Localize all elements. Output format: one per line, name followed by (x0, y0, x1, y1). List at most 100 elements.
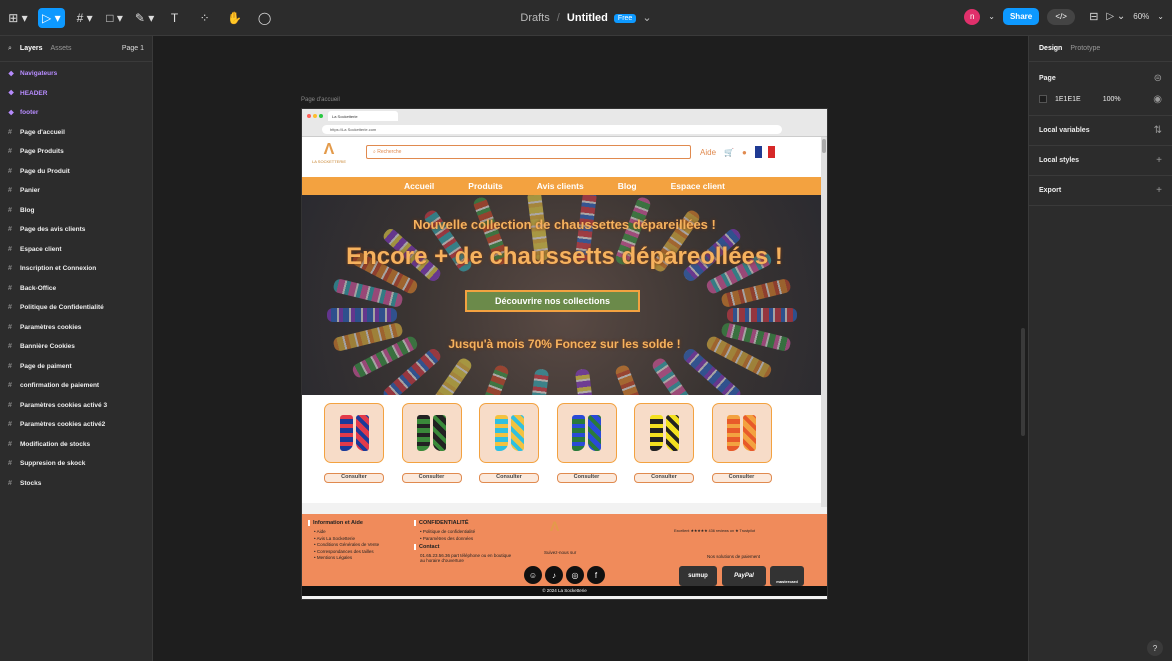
zoom-level[interactable]: 60% (1133, 12, 1149, 21)
export-section: Export + (1029, 176, 1172, 206)
avatar[interactable]: n (964, 8, 981, 25)
add-style-icon[interactable]: + (1156, 155, 1162, 166)
layer-item[interactable]: # Stocks (0, 474, 152, 494)
frame-icon: # (8, 362, 12, 370)
share-button[interactable]: Share (1002, 8, 1040, 25)
layer-item[interactable]: # Modification de stocks (0, 435, 152, 455)
paypal-logo: PayPal (722, 566, 766, 586)
canvas-scrollbar[interactable] (1021, 328, 1025, 436)
site-nav: Accueil Produits Avis clients Blog Espace cl… (302, 177, 827, 195)
export-label: Export (1039, 187, 1062, 194)
layer-item[interactable]: # confirmation de paiement (0, 376, 152, 396)
layer-item[interactable]: ❖ HEADER (0, 84, 152, 104)
frame-icon: # (8, 304, 12, 312)
help-button[interactable]: ? (1147, 640, 1163, 656)
chevron-down-icon[interactable]: ⌄ (642, 12, 651, 24)
layer-label: footer (20, 109, 39, 117)
product-image (634, 403, 694, 463)
footer-contact-title: Contact (414, 543, 514, 550)
layer-item[interactable]: # Inscription et Connexion (0, 259, 152, 279)
layer-label: Inscription et Connexion (20, 265, 97, 273)
layer-item[interactable]: # Back-Office (0, 279, 152, 299)
library-icon[interactable]: ⊟ (1089, 10, 1098, 23)
layer-item[interactable]: # Page des avis clients (0, 220, 152, 240)
drafts-link[interactable]: Drafts (520, 12, 549, 24)
eye-icon[interactable]: ◉ (1153, 94, 1162, 105)
footer-link: • Aide (314, 529, 326, 534)
frame-icon: # (8, 421, 12, 429)
dev-mode-toggle[interactable]: </> (1047, 8, 1076, 25)
tab-design[interactable]: Design (1039, 45, 1062, 52)
page-section: Page ⊜ 1E1E1E 100% ◉ (1029, 62, 1172, 116)
frame-label[interactable]: Page d'accueil (301, 97, 340, 103)
layer-item[interactable]: # Page du Produit (0, 162, 152, 182)
plan-badge: Free (613, 14, 637, 23)
layer-label: Modification de stocks (20, 440, 91, 448)
layer-item[interactable]: # Panier (0, 181, 152, 201)
local-variables-section[interactable]: Local variables ⇅ (1029, 116, 1172, 146)
tab-layers[interactable]: Layers (20, 45, 43, 52)
figma-app: ⊞ ▾ ▷ ▾ # ▾ □ ▾ ✎ ▾ T ⁘ ✋ ◯ Drafts / Unt… (0, 0, 1172, 661)
french-flag-icon (754, 146, 775, 158)
sumup-logo: sumup (679, 566, 717, 586)
variables-icon[interactable]: ⇅ (1154, 125, 1162, 136)
payment-title: Nos solutions de paiement (707, 554, 761, 559)
chevron-down-icon[interactable]: ⌄ (988, 12, 995, 21)
layer-item[interactable]: ❖ footer (0, 103, 152, 123)
tab-prototype[interactable]: Prototype (1070, 45, 1100, 52)
layer-item[interactable]: # Bannière Cookies (0, 337, 152, 357)
footer-privacy-column: CONFIDENTIALITÉ • Politique de confident… (414, 520, 514, 563)
page-accueil-frame[interactable]: La Socketterie https://La Socketterie.co… (301, 108, 828, 600)
layer-item[interactable]: ❖ Navigateurs (0, 64, 152, 84)
breadcrumb-separator: / (556, 12, 560, 24)
frame-icon: # (8, 206, 12, 214)
layer-item[interactable]: # Suppresion de skock (0, 454, 152, 474)
tiktok-icon: ♪ (545, 566, 563, 584)
site-logo: Ʌ LA SOCKETTERIE (312, 141, 347, 164)
layer-item[interactable]: # Espace client (0, 240, 152, 260)
present-icon[interactable]: ▷ ⌄ (1106, 11, 1125, 22)
product-image (401, 403, 462, 463)
sock-shape (613, 363, 652, 395)
address-bar: https://La Socketterie.com (322, 125, 782, 134)
consult-button: Consulter (634, 473, 694, 483)
layer-item[interactable]: # Paramètres cookies activé2 (0, 415, 152, 435)
page-selector[interactable]: Page 1 (122, 45, 144, 52)
layer-item[interactable]: # Paramètres cookies (0, 318, 152, 338)
layer-item[interactable]: # Page d'accueil (0, 123, 152, 143)
product-row: Consulter Consulter Consulter Consulter Cons… (302, 395, 827, 503)
footer-contact-text: 01.65.23.56.36 part téléphone ou en bout… (420, 552, 512, 563)
page-color-swatch[interactable] (1039, 95, 1047, 103)
frame-icon: # (8, 265, 12, 273)
layer-item[interactable]: # Blog (0, 201, 152, 221)
site-nav-item: Blog (617, 181, 637, 191)
component-icon: ❖ (8, 70, 15, 78)
left-panel-tabs: ⌕ Layers Assets Page 1 (0, 36, 152, 62)
page-opacity-value[interactable]: 100% (1103, 96, 1121, 103)
file-name[interactable]: Untitled (567, 12, 608, 24)
local-variables-label[interactable]: Local variables (1039, 127, 1090, 134)
page-color-value[interactable]: 1E1E1E (1055, 96, 1081, 103)
layer-item[interactable]: # Politique de Confidentialité (0, 298, 152, 318)
browser-chrome: La Socketterie https://La Socketterie.co… (302, 109, 827, 137)
footer-link: • Politique de confidentialité (420, 529, 476, 534)
snapchat-icon: ☺ (524, 566, 542, 584)
hero-line-2: Encore + de chaussetts dépareollées ! (346, 243, 783, 270)
footer-info-title: Information et Aide (308, 520, 379, 526)
frame-icon: # (8, 323, 12, 331)
chevron-down-icon[interactable]: ⌄ (1157, 12, 1164, 21)
layer-item[interactable]: # Page de paiment (0, 357, 152, 377)
layer-label: Blog (20, 206, 35, 214)
tab-assets[interactable]: Assets (51, 45, 72, 52)
layer-item[interactable]: # Page Produits (0, 142, 152, 162)
search-icon[interactable]: ⌕ (8, 45, 12, 53)
color-styles-icon[interactable]: ⊜ (1154, 73, 1162, 84)
consult-button: Consulter (324, 473, 384, 483)
product-image (479, 403, 539, 463)
layer-label: Stocks (20, 479, 42, 487)
add-export-icon[interactable]: + (1156, 185, 1162, 196)
frame-icon: # (8, 460, 12, 468)
footer-link: • Avis La Socketterie (314, 535, 356, 541)
layer-label: Page Produits (20, 148, 64, 156)
layer-item[interactable]: # Paramètres cookies activé 3 (0, 396, 152, 416)
